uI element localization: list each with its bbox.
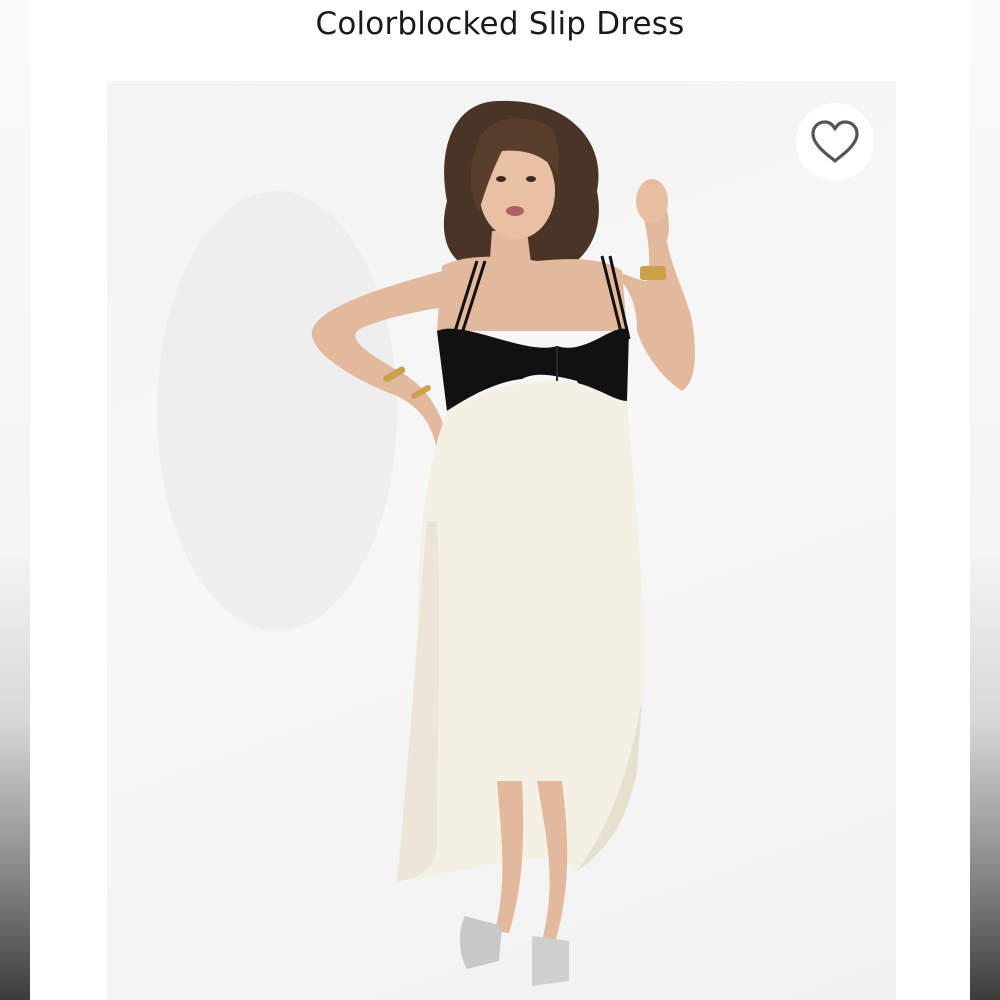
right-edge	[970, 0, 1000, 1000]
product-image[interactable]	[107, 81, 896, 1000]
favorite-button[interactable]	[796, 103, 874, 181]
heart-outline-icon	[811, 120, 859, 163]
product-page: Colorblocked Slip Dress	[0, 0, 1000, 1000]
model-illustration	[157, 100, 695, 986]
product-title: Colorblocked Slip Dress	[315, 6, 685, 42]
left-edge	[0, 0, 30, 1000]
